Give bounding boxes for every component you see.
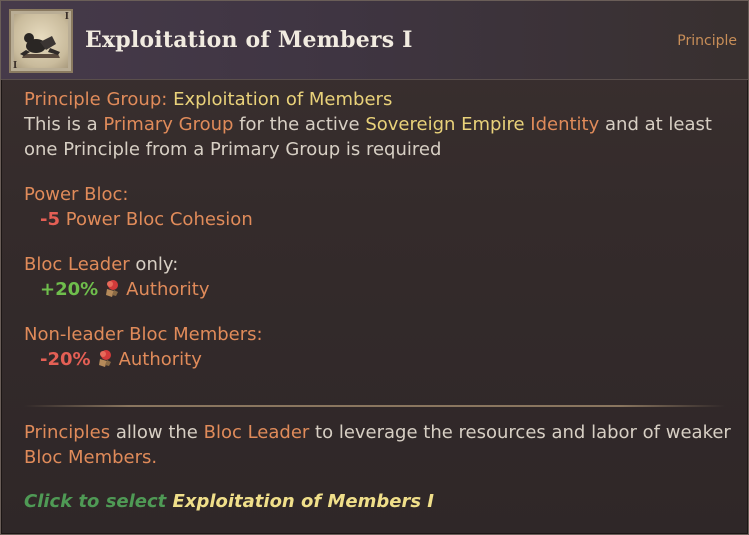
group-description-line2: one Principle from a Primary Group is re… bbox=[24, 139, 442, 160]
kneeling-figure-icon bbox=[20, 33, 60, 58]
icon-tier-bottom: I bbox=[13, 61, 18, 71]
principle-group-label: Principle Group: bbox=[24, 89, 168, 110]
desc-text-1: This is a bbox=[24, 114, 104, 135]
bloc-leader-section: Bloc Leader only: +20% Authority bbox=[24, 252, 739, 302]
sovereign-empire-link[interactable]: Sovereign Empire bbox=[365, 114, 524, 135]
authority-icon bbox=[106, 280, 119, 297]
footer-text-2: to leverage the resources and labor of w… bbox=[309, 422, 731, 443]
power-bloc-effect[interactable]: Power Bloc Cohesion bbox=[66, 209, 253, 230]
bloc-members-link[interactable]: Bloc Members. bbox=[24, 447, 157, 468]
group-description: This is a Primary Group for the active S… bbox=[24, 112, 739, 137]
identity-link[interactable]: Identity bbox=[530, 114, 599, 135]
power-bloc-modifier: -5 Power Bloc Cohesion bbox=[24, 207, 739, 232]
authority-icon bbox=[98, 350, 111, 367]
power-bloc-heading: Power Bloc: bbox=[24, 184, 129, 205]
primary-group-link[interactable]: Primary Group bbox=[103, 114, 233, 135]
principle-group-value: Exploitation of Members bbox=[173, 89, 393, 110]
cta-prefix: Click to select bbox=[24, 491, 173, 512]
tooltip-title: Exploitation of Members I bbox=[85, 27, 413, 53]
principle-group-line: Principle Group: Exploitation of Members bbox=[24, 87, 739, 112]
bloc-leader-modifier: +20% Authority bbox=[24, 277, 739, 302]
desc-text-3: and at least bbox=[599, 114, 712, 135]
power-bloc-value: -5 bbox=[40, 209, 60, 230]
section-divider bbox=[24, 405, 725, 407]
tooltip-header: I I Exploitation of Members I Principle bbox=[1, 1, 748, 80]
power-bloc-section: Power Bloc: -5 Power Bloc Cohesion bbox=[24, 182, 739, 232]
non-leader-section: Non-leader Bloc Members: -20% Authority bbox=[24, 322, 739, 372]
principle-icon: I I bbox=[9, 9, 73, 73]
principle-tooltip: I I Exploitation of Members I Principle … bbox=[0, 0, 749, 535]
principles-description: Principles allow the Bloc Leader to leve… bbox=[24, 420, 739, 470]
bloc-leader-suffix: only: bbox=[129, 254, 179, 275]
non-leader-value: -20% bbox=[40, 349, 91, 370]
desc-text-2: for the active bbox=[233, 114, 366, 135]
non-leader-heading: Non-leader Bloc Members: bbox=[24, 324, 263, 345]
footer-text-1: allow the bbox=[110, 422, 204, 443]
non-leader-modifier: -20% Authority bbox=[24, 347, 739, 372]
bloc-leader-effect[interactable]: Authority bbox=[126, 279, 209, 300]
non-leader-effect[interactable]: Authority bbox=[119, 349, 202, 370]
tooltip-type-label: Principle bbox=[677, 33, 737, 49]
cta-target: Exploitation of Members I bbox=[172, 491, 435, 512]
bloc-leader-value: +20% bbox=[40, 279, 99, 300]
tooltip-body: Principle Group: Exploitation of Members… bbox=[24, 87, 739, 372]
principle-icon-art bbox=[14, 14, 68, 68]
principles-link[interactable]: Principles bbox=[24, 422, 110, 443]
bloc-leader-link[interactable]: Bloc Leader bbox=[204, 422, 310, 443]
bloc-leader-heading-line: Bloc Leader only: bbox=[24, 252, 739, 277]
icon-tier-top: I bbox=[64, 12, 69, 22]
select-principle-action[interactable]: Click to select Exploitation of Members … bbox=[24, 491, 434, 512]
bloc-leader-heading[interactable]: Bloc Leader bbox=[24, 254, 130, 275]
